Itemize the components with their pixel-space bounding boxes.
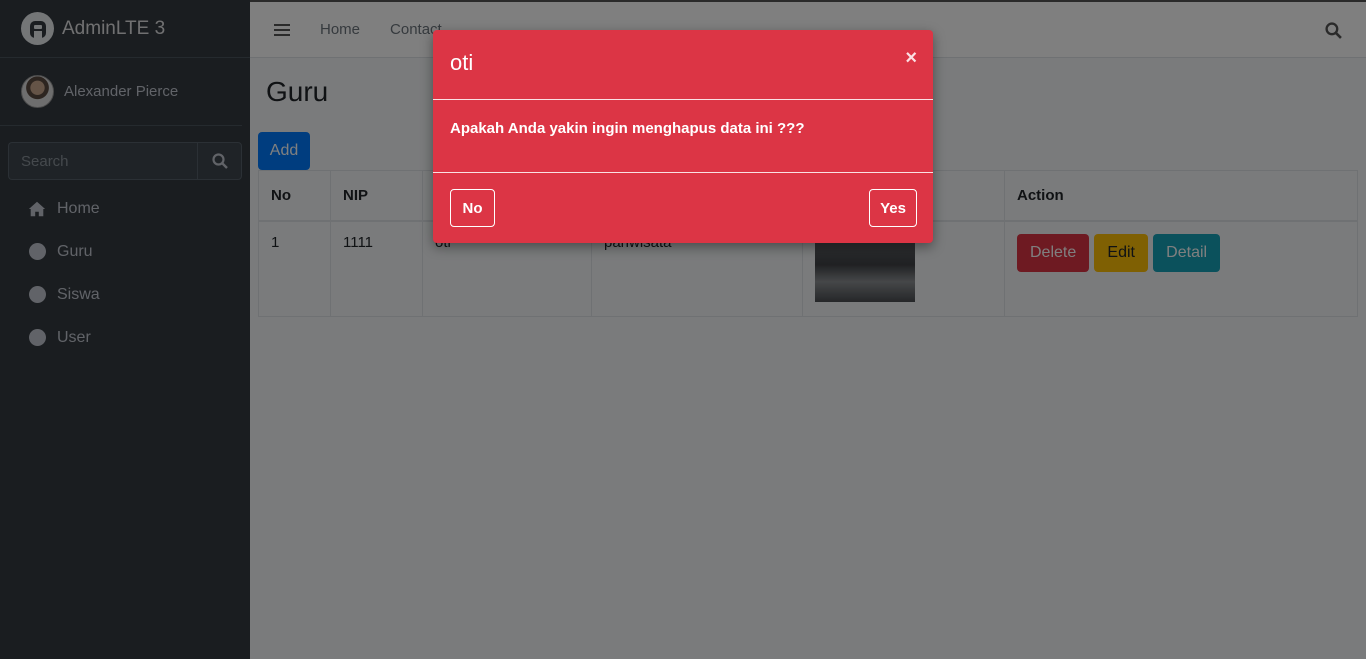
modal-header: oti ×: [433, 30, 933, 100]
modal-title: oti: [450, 50, 474, 75]
no-button[interactable]: No: [450, 189, 495, 227]
delete-confirm-modal: oti × Apakah Anda yakin ingin menghapus …: [433, 30, 933, 243]
modal-footer: No Yes: [433, 173, 933, 243]
yes-button[interactable]: Yes: [869, 189, 917, 227]
modal-message: Apakah Anda yakin ingin menghapus data i…: [433, 100, 933, 173]
close-icon[interactable]: ×: [905, 47, 917, 70]
